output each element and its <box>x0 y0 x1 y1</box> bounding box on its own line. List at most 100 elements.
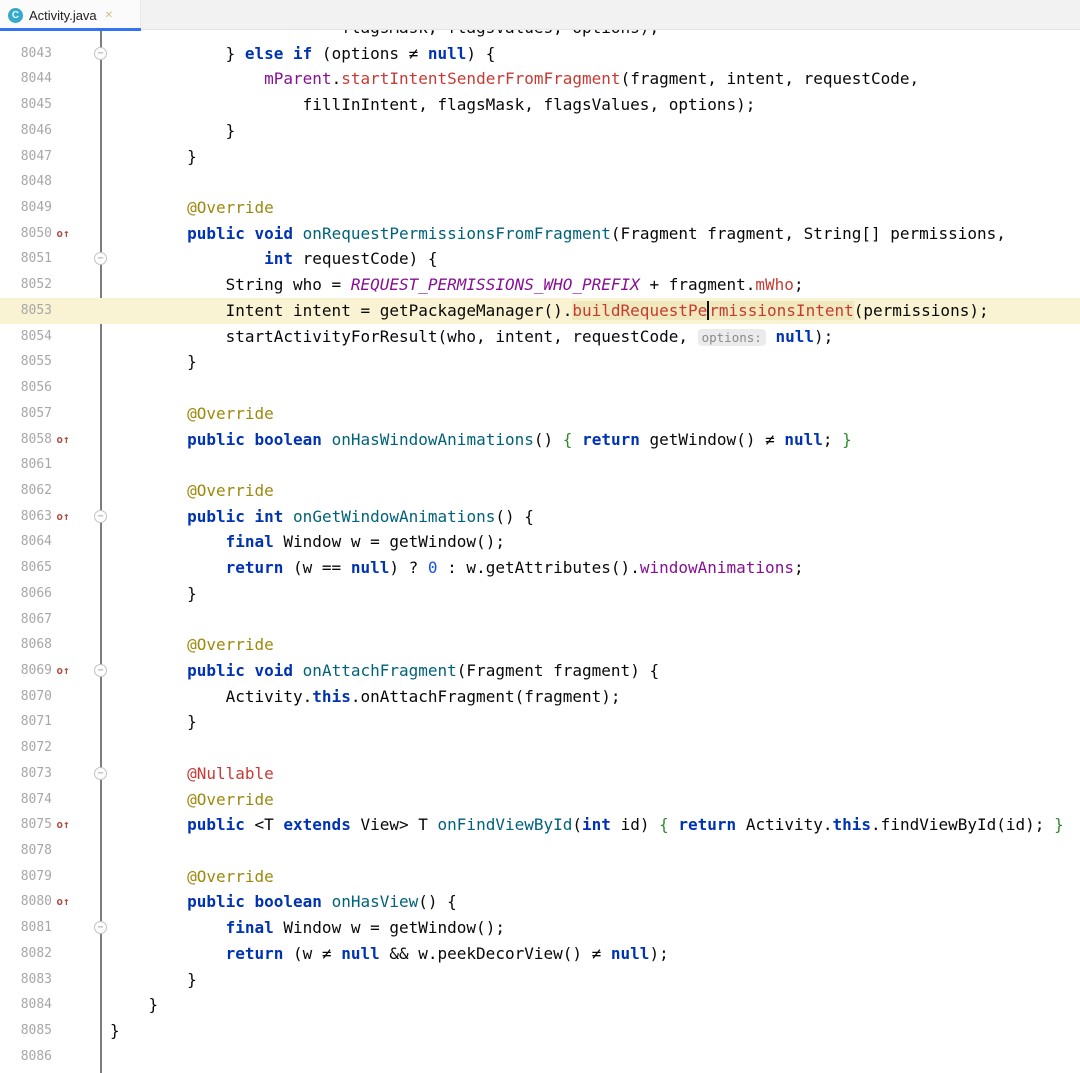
code-fold-icon[interactable]: − <box>94 664 107 677</box>
code-line[interactable]: 8047 } <box>0 144 1080 170</box>
overriding-method-icon[interactable]: o↑ <box>53 221 73 247</box>
code-text[interactable]: } <box>110 349 197 375</box>
code-line[interactable]: 8080o↑ public boolean onHasView() { <box>0 889 1080 915</box>
code-text[interactable]: public boolean onHasView() { <box>110 889 457 915</box>
code-text[interactable]: } <box>110 144 197 170</box>
code-text[interactable]: @Override <box>110 787 274 813</box>
code-text[interactable]: Activity.this.onAttachFragment(fragment)… <box>110 684 621 710</box>
line-number: 8062 <box>0 478 52 504</box>
code-line[interactable]: 8055 } <box>0 349 1080 375</box>
code-line[interactable]: 8057 @Override <box>0 401 1080 427</box>
line-number: 8069 <box>0 658 52 684</box>
code-line[interactable]: 8067 <box>0 607 1080 633</box>
code-line[interactable]: 8074 @Override <box>0 787 1080 813</box>
code-line[interactable]: 8081 − final Window w = getWindow(); <box>0 915 1080 941</box>
code-text[interactable]: public void onAttachFragment(Fragment fr… <box>110 658 659 684</box>
code-text[interactable]: fillInIntent, flagsMask, flagsValues, op… <box>110 92 755 118</box>
code-line[interactable]: 8073− @Nullable <box>0 761 1080 787</box>
code-text[interactable]: } <box>110 118 235 144</box>
code-line[interactable]: 8045 fillInIntent, flagsMask, flagsValue… <box>0 92 1080 118</box>
code-text[interactable]: public int onGetWindowAnimations() { <box>110 504 534 530</box>
code-fold-icon[interactable]: − <box>94 47 107 60</box>
overriding-method-icon[interactable]: o↑ <box>53 812 73 838</box>
code-line[interactable]: 8063o↑− public int onGetWindowAnimations… <box>0 504 1080 530</box>
code-line[interactable]: 8053 Intent intent = getPackageManager()… <box>0 298 1080 324</box>
code-text[interactable]: final Window w = getWindow(); <box>110 915 505 941</box>
code-text[interactable]: @Override <box>110 401 274 427</box>
code-line[interactable]: 8052 String who = REQUEST_PERMISSIONS_WH… <box>0 272 1080 298</box>
code-line[interactable]: 8061 <box>0 452 1080 478</box>
code-line[interactable]: 8062 @Override <box>0 478 1080 504</box>
code-text[interactable]: startActivityForResult(who, intent, requ… <box>110 324 833 351</box>
code-line[interactable]: 8082 return (w ≠ null && w.peekDecorView… <box>0 941 1080 967</box>
code-text[interactable]: @Nullable <box>110 761 274 787</box>
code-text[interactable]: Intent intent = getPackageManager().buil… <box>110 298 989 324</box>
code-line[interactable]: 8051 − int requestCode) { <box>0 246 1080 272</box>
line-number: 8044 <box>0 66 52 92</box>
code-text[interactable]: final Window w = getWindow(); <box>110 529 505 555</box>
code-editor[interactable]: 8042 flagsMask, flagsValues, options);80… <box>0 30 1080 1073</box>
code-fold-icon[interactable]: − <box>94 510 107 523</box>
code-fold-icon[interactable]: − <box>94 252 107 265</box>
code-text[interactable]: } else if (options ≠ null) { <box>110 41 495 67</box>
line-number: 8084 <box>0 992 52 1018</box>
code-text[interactable]: public void onRequestPermissionsFromFrag… <box>110 221 1006 247</box>
line-number: 8065 <box>0 555 52 581</box>
code-text[interactable]: } <box>110 581 197 607</box>
editor-rows: 8042 flagsMask, flagsValues, options);80… <box>0 30 1080 1069</box>
code-fold-icon[interactable]: − <box>94 767 107 780</box>
code-line[interactable]: 8065 return (w == null) ? 0 : w.getAttri… <box>0 555 1080 581</box>
overriding-method-icon[interactable]: o↑ <box>53 504 73 530</box>
line-number: 8045 <box>0 92 52 118</box>
code-line[interactable]: 8046 } <box>0 118 1080 144</box>
overriding-method-icon[interactable]: o↑ <box>53 427 73 453</box>
overriding-method-icon[interactable]: o↑ <box>53 889 73 915</box>
code-line[interactable]: 8071 } <box>0 709 1080 735</box>
code-text[interactable]: } <box>110 992 158 1018</box>
code-line[interactable]: 8079 @Override <box>0 864 1080 890</box>
code-line[interactable]: 8043− } else if (options ≠ null) { <box>0 41 1080 67</box>
line-number: 8081 <box>0 915 52 941</box>
code-text[interactable]: } <box>110 1018 120 1044</box>
code-text[interactable]: } <box>110 709 197 735</box>
code-fold-icon[interactable]: − <box>94 921 107 934</box>
tab-close-icon[interactable]: ✕ <box>105 10 113 21</box>
code-line[interactable]: 8072 <box>0 735 1080 761</box>
code-text[interactable]: @Override <box>110 864 274 890</box>
overriding-method-icon[interactable]: o↑ <box>53 658 73 684</box>
code-text[interactable]: @Override <box>110 195 274 221</box>
code-text[interactable]: mParent.startIntentSenderFromFragment(fr… <box>110 66 919 92</box>
code-text[interactable]: } <box>110 967 197 993</box>
code-line[interactable]: 8085} <box>0 1018 1080 1044</box>
code-line[interactable]: 8069o↑ − public void onAttachFragment(Fra… <box>0 658 1080 684</box>
line-number: 8046 <box>0 118 52 144</box>
code-line[interactable]: 8083 } <box>0 967 1080 993</box>
code-text[interactable]: @Override <box>110 632 274 658</box>
code-line[interactable]: 8086 <box>0 1044 1080 1070</box>
code-line[interactable]: 8054 startActivityForResult(who, intent,… <box>0 324 1080 350</box>
code-line[interactable]: 8066 } <box>0 581 1080 607</box>
code-line[interactable]: 8068 @Override <box>0 632 1080 658</box>
line-number: 8051 <box>0 246 52 272</box>
code-text[interactable]: public boolean onHasWindowAnimations() {… <box>110 427 852 453</box>
tab-activity-java[interactable]: C Activity.java ✕ <box>0 0 141 30</box>
code-line[interactable]: 8058o↑ public boolean onHasWindowAnimati… <box>0 427 1080 453</box>
code-text[interactable]: int requestCode) { <box>110 246 438 272</box>
code-text[interactable]: @Override <box>110 478 274 504</box>
code-line[interactable]: 8078 <box>0 838 1080 864</box>
code-text[interactable]: return (w == null) ? 0 : w.getAttributes… <box>110 555 804 581</box>
code-text[interactable]: String who = REQUEST_PERMISSIONS_WHO_PRE… <box>110 272 804 298</box>
code-line[interactable]: 8064 final Window w = getWindow(); <box>0 529 1080 555</box>
code-line[interactable]: 8049 @Override <box>0 195 1080 221</box>
code-line[interactable]: 8075o↑ public <T extends View> T onFindV… <box>0 812 1080 838</box>
code-line[interactable]: 8042 flagsMask, flagsValues, options); <box>0 30 1080 41</box>
code-text[interactable]: flagsMask, flagsValues, options); <box>110 30 659 41</box>
code-line[interactable]: 8070 Activity.this.onAttachFragment(frag… <box>0 684 1080 710</box>
code-line[interactable]: 8084 } <box>0 992 1080 1018</box>
code-line[interactable]: 8050o↑ public void onRequestPermissionsF… <box>0 221 1080 247</box>
code-line[interactable]: 8044 mParent.startIntentSenderFromFragme… <box>0 66 1080 92</box>
code-text[interactable]: return (w ≠ null && w.peekDecorView() ≠ … <box>110 941 669 967</box>
code-line[interactable]: 8048 <box>0 169 1080 195</box>
code-line[interactable]: 8056 <box>0 375 1080 401</box>
code-text[interactable]: public <T extends View> T onFindViewById… <box>110 812 1064 838</box>
